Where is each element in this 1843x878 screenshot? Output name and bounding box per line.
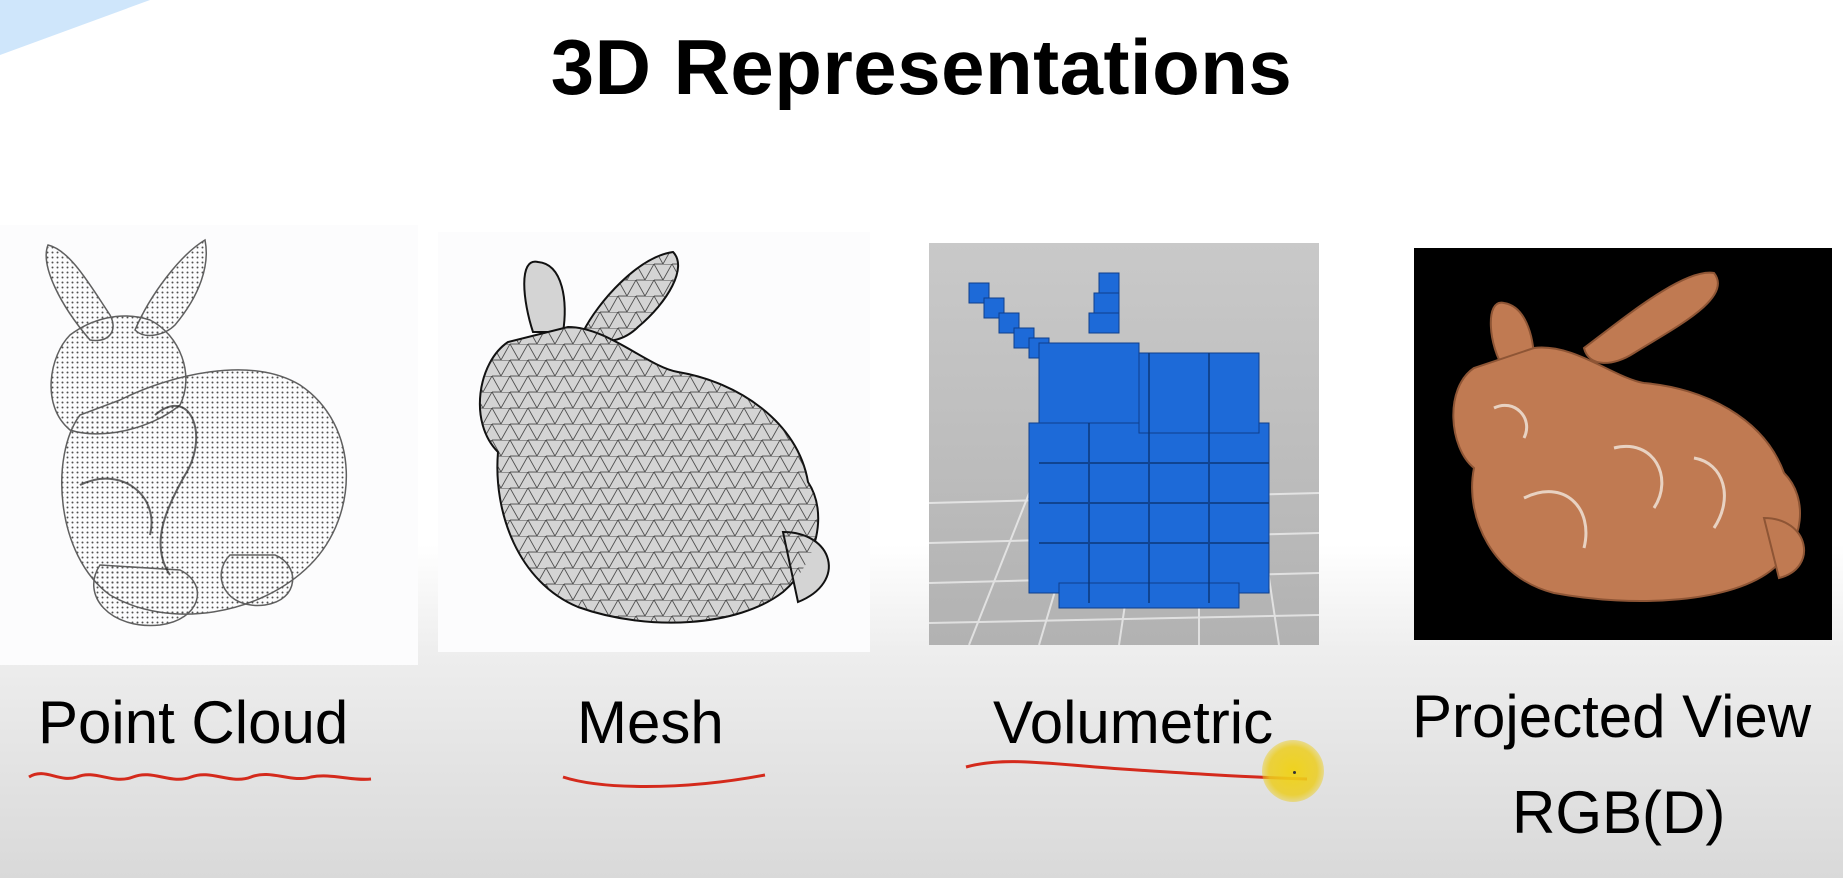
- label-point-cloud: Point Cloud: [38, 689, 349, 756]
- point-cloud-image: [0, 225, 418, 665]
- mesh-image: [438, 232, 870, 652]
- label-rgbd: RGB(D): [1512, 779, 1726, 846]
- pointer-dot: [1293, 771, 1296, 774]
- label-mesh: Mesh: [577, 689, 724, 756]
- volumetric-image: [929, 243, 1319, 645]
- slide-title: 3D Representations: [550, 23, 1293, 111]
- underline-mesh: [562, 773, 766, 788]
- underline-point-cloud: [28, 772, 372, 781]
- label-projected-view: Projected View: [1412, 683, 1812, 750]
- projected-view-image: [1414, 248, 1832, 640]
- label-volumetric: Volumetric: [993, 689, 1274, 756]
- underline-volumetric: [965, 760, 1308, 781]
